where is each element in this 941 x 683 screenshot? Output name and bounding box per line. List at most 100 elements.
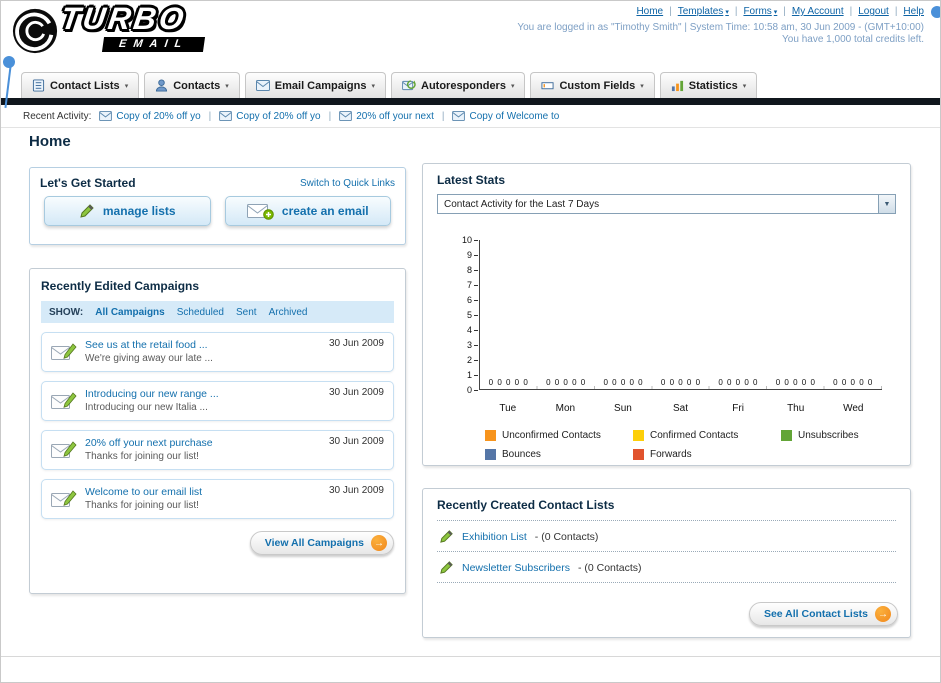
legend-item: Forwards (633, 449, 781, 460)
y-tick: 10 (462, 236, 478, 245)
chevron-down-icon: ▾ (510, 82, 515, 90)
activity-item: Copy of 20% off yo (99, 111, 201, 122)
select-arrow-icon: ▼ (878, 195, 895, 213)
campaign-date: 30 Jun 2009 (328, 485, 384, 496)
tab-statistics[interactable]: Statistics ▾ (659, 72, 758, 98)
envelope-icon (452, 111, 466, 121)
chevron-down-icon: ▾ (371, 82, 375, 90)
campaign-date: 30 Jun 2009 (328, 338, 384, 349)
view-all-campaigns-label: View All Campaigns (264, 537, 364, 549)
campaign-text: Introducing our new range ... Introducin… (85, 387, 329, 415)
main-nav-tabs: Contact Lists ▾ Contacts ▾ Email Campaig… (1, 72, 940, 98)
contact-lists-title: Recently Created Contact Lists (437, 498, 615, 512)
filter-archived[interactable]: Archived (269, 307, 308, 318)
link-my-account[interactable]: My Account (792, 6, 844, 17)
campaign-row: Welcome to our email list Thanks for joi… (41, 479, 394, 519)
campaign-row: 20% off your next purchase Thanks for jo… (41, 430, 394, 470)
tab-custom-fields[interactable]: Custom Fields ▾ (530, 72, 655, 98)
filter-scheduled[interactable]: Scheduled (177, 307, 224, 318)
envelope-plus-icon (246, 204, 274, 220)
legend-label: Forwards (650, 449, 692, 460)
campaign-subtitle: Thanks for joining our list! (85, 500, 199, 512)
y-tick: 3 (467, 341, 478, 350)
chevron-down-icon: ▾ (742, 82, 747, 90)
filter-sent[interactable]: Sent (236, 307, 257, 318)
zero-values-row: 0 0 0 0 0 0 0 0 0 0 0 0 0 0 0 0 0 0 0 0 … (480, 378, 882, 387)
tab-label: Contact Lists (50, 79, 120, 92)
y-tick: 1 (467, 371, 478, 380)
link-home[interactable]: Home (636, 6, 663, 17)
campaigns-panel: Recently Edited Campaigns SHOW: All Camp… (29, 268, 406, 594)
y-tick: 6 (467, 296, 478, 305)
zero-value-group: 0 0 0 0 0 (603, 378, 644, 387)
chevron-down-icon: ▾ (124, 82, 129, 90)
tab-contact-lists[interactable]: Contact Lists ▾ (21, 72, 140, 98)
templates-caret-icon: ▾ (725, 8, 729, 16)
campaign-date: 30 Jun 2009 (328, 436, 384, 447)
pencil-icon (440, 530, 453, 543)
tab-contacts[interactable]: Contacts ▾ (144, 72, 240, 98)
x-label: Wed (843, 403, 864, 414)
filter-all-campaigns[interactable]: All Campaigns (95, 307, 164, 318)
tab-label: Custom Fields (559, 79, 636, 92)
link-forms[interactable]: Forms ▾ (743, 6, 777, 17)
y-tick: 0 (467, 386, 478, 395)
link-logout[interactable]: Logout (858, 6, 889, 17)
form-field-icon (541, 82, 555, 90)
campaign-subtitle: Introducing our new Italia ... (85, 402, 208, 414)
y-tick: 7 (467, 281, 478, 290)
show-filter-bar: SHOW: All Campaigns Scheduled Sent Archi… (41, 301, 394, 323)
chart-plot-area: 0 0 0 0 0 0 0 0 0 0 0 0 0 0 0 0 0 0 0 0 … (479, 240, 882, 390)
recent-activity-label: Recent Activity: (23, 110, 92, 122)
separator: | (669, 6, 672, 17)
stats-period-select[interactable]: Contact Activity for the Last 7 Days ▼ (437, 194, 896, 214)
see-all-contact-lists-label: See All Contact Lists (763, 608, 868, 620)
view-all-campaigns-button[interactable]: View All Campaigns → (249, 531, 394, 555)
activity-link[interactable]: Copy of 20% off yo (236, 111, 320, 122)
campaign-subtitle: Thanks for joining our list! (85, 451, 199, 463)
view-all-row: View All Campaigns → (41, 531, 394, 555)
zero-value-group: 0 0 0 0 0 (718, 378, 759, 387)
campaign-title-link[interactable]: 20% off your next purchase (85, 436, 329, 450)
separator: | (734, 6, 738, 17)
activity-link[interactable]: 20% off your next (356, 111, 434, 122)
tab-email-campaigns[interactable]: Email Campaigns ▾ (244, 72, 386, 98)
campaign-title-link[interactable]: Welcome to our email list (85, 485, 329, 499)
chevron-down-icon: ▾ (640, 82, 644, 90)
campaign-title-link[interactable]: Introducing our new range ... (85, 387, 329, 401)
bar-chart-icon (671, 80, 683, 92)
activity-link[interactable]: Copy of 20% off yo (116, 111, 200, 122)
tab-autoresponders[interactable]: Autoresponders ▾ (391, 72, 526, 98)
x-label: Sat (673, 403, 689, 414)
arrow-circle-icon: → (875, 606, 891, 622)
link-help[interactable]: Help (903, 6, 924, 17)
login-status-text: You are logged in as "Timothy Smith" | S… (517, 22, 924, 33)
campaign-title-link[interactable]: See us at the retail food ... (85, 338, 329, 352)
nav-underline-bar (1, 98, 940, 105)
app-logo[interactable]: TURBO EMAIL (11, 1, 206, 55)
manage-lists-button[interactable]: manage lists (44, 196, 211, 226)
contact-list-link[interactable]: Newsletter Subscribers (462, 562, 570, 574)
activity-link[interactable]: Copy of Welcome to (469, 111, 559, 122)
legend-item: Confirmed Contacts (633, 430, 781, 441)
see-all-contact-lists-button[interactable]: See All Contact Lists → (748, 602, 898, 626)
tab-label: Contacts (173, 79, 221, 92)
envelope-icon (255, 80, 270, 91)
corner-dot-decoration (931, 6, 940, 18)
campaigns-title: Recently Edited Campaigns (41, 279, 200, 293)
manage-lists-label: manage lists (102, 204, 176, 218)
create-email-button[interactable]: create an email (224, 196, 391, 226)
person-icon (156, 79, 168, 92)
chart-legend: Unconfirmed Contacts Confirmed Contacts … (485, 430, 896, 460)
switch-quick-links-link[interactable]: Switch to Quick Links (300, 178, 395, 189)
stats-title: Latest Stats (437, 173, 506, 187)
envelope-icon (339, 111, 353, 121)
y-tick: 8 (467, 266, 478, 275)
separator: | (894, 6, 898, 17)
header: TURBO EMAIL Home | Templates ▾ | Forms ▾ |… (1, 1, 940, 67)
page-title: Home (29, 133, 71, 150)
link-templates[interactable]: Templates ▾ (678, 6, 729, 17)
legend-swatch (485, 449, 496, 460)
contact-list-link[interactable]: Exhibition List (462, 531, 527, 543)
legend-swatch (485, 430, 496, 441)
